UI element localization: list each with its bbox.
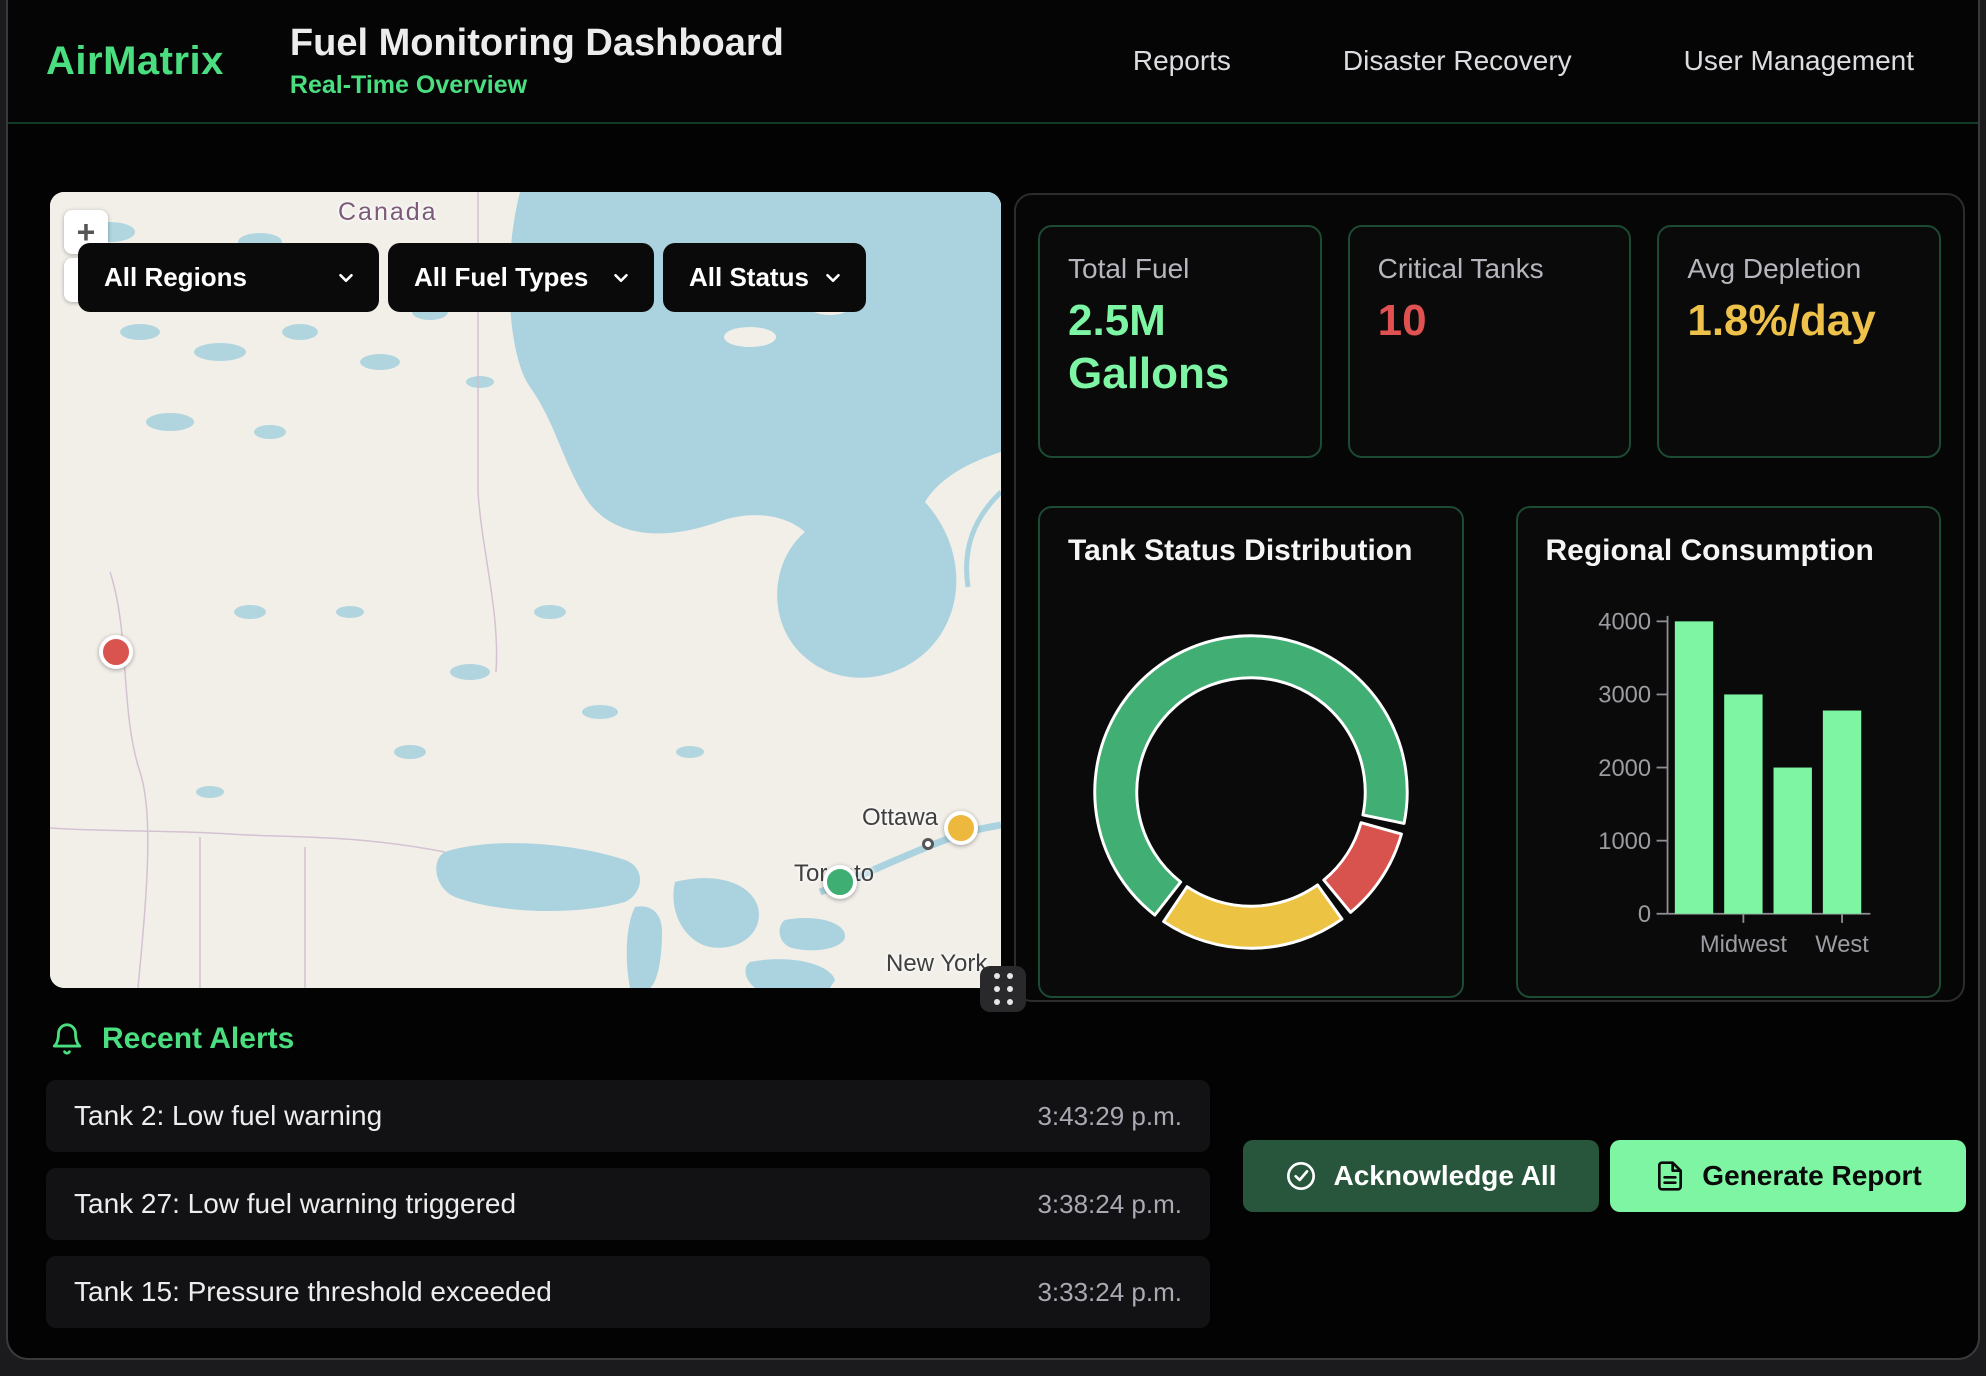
critical-tank-marker[interactable]: [99, 635, 133, 669]
stat-card-avg-depletion: Avg Depletion 1.8%/day: [1657, 225, 1941, 458]
generate-report-button[interactable]: Generate Report: [1610, 1140, 1966, 1212]
stat-value: 2.5M Gallons: [1068, 295, 1258, 401]
map-filter-bar: All Regions All Fuel Types All Status: [78, 243, 866, 312]
chevron-down-icon: [822, 267, 844, 289]
recent-alerts-title: Recent Alerts: [102, 1022, 294, 1056]
map-label-ottawa: Ottawa: [862, 804, 938, 832]
map-label-canada: Canada: [338, 198, 438, 227]
chevron-down-icon: [610, 267, 632, 289]
alert-message: Tank 15: Pressure threshold exceeded: [74, 1276, 552, 1308]
brand-logo[interactable]: AirMatrix: [46, 39, 224, 84]
nav-item-reports[interactable]: Reports: [1133, 45, 1231, 77]
file-text-icon: [1654, 1160, 1686, 1192]
fuel-type-filter-value: All Fuel Types: [414, 262, 588, 293]
stat-label: Avg Depletion: [1687, 253, 1911, 285]
tank-status-panel: Tank Status Distribution: [1038, 506, 1464, 998]
stat-card-total-fuel: Total Fuel 2.5M Gallons: [1038, 225, 1322, 458]
status-filter-dropdown[interactable]: All Status: [663, 243, 866, 312]
regional-consumption-bar-chart: 0 1000 2000 3000 4000 Midwest West: [1546, 574, 1912, 994]
svg-text:0: 0: [1637, 901, 1650, 928]
bell-icon: [50, 1022, 84, 1056]
acknowledge-all-button[interactable]: Acknowledge All: [1243, 1140, 1599, 1212]
stat-label: Total Fuel: [1068, 253, 1292, 285]
page-subtitle: Real-Time Overview: [290, 71, 784, 100]
recent-alerts-heading: Recent Alerts: [50, 1022, 294, 1056]
alert-row: Tank 15: Pressure threshold exceeded 3:3…: [46, 1256, 1210, 1328]
region-filter-value: All Regions: [104, 262, 247, 293]
stats-row: Total Fuel 2.5M Gallons Critical Tanks 1…: [1038, 225, 1941, 458]
charts-row: Tank Status Distribution Regional Consum…: [1038, 506, 1941, 998]
page-title: Fuel Monitoring Dashboard: [290, 22, 784, 65]
overview-panel: Total Fuel 2.5M Gallons Critical Tanks 1…: [1014, 193, 1965, 1002]
alert-row: Tank 2: Low fuel warning 3:43:29 p.m.: [46, 1080, 1210, 1152]
nav-item-user-management[interactable]: User Management: [1684, 45, 1914, 77]
normal-tank-marker[interactable]: [823, 865, 857, 899]
check-circle-icon: [1285, 1160, 1317, 1192]
app-window: AirMatrix Fuel Monitoring Dashboard Real…: [6, 0, 1980, 1360]
map-resize-drag-handle[interactable]: [980, 966, 1026, 1012]
main-nav: Reports Disaster Recovery User Managemen…: [1133, 45, 1914, 77]
svg-text:West: West: [1815, 931, 1869, 958]
svg-text:2000: 2000: [1598, 755, 1651, 782]
title-block: Fuel Monitoring Dashboard Real-Time Over…: [290, 22, 784, 100]
tank-status-donut: [1085, 626, 1417, 958]
map-label-new-york: New York: [886, 950, 987, 978]
map-canvas[interactable]: Canada Ottawa Toronto New York + − All R…: [50, 192, 1001, 988]
nav-item-disaster-recovery[interactable]: Disaster Recovery: [1343, 45, 1572, 77]
acknowledge-all-label: Acknowledge All: [1333, 1160, 1556, 1192]
chevron-down-icon: [335, 267, 357, 289]
svg-text:Midwest: Midwest: [1699, 931, 1787, 958]
fuel-type-filter-dropdown[interactable]: All Fuel Types: [388, 243, 654, 312]
alert-row: Tank 27: Low fuel warning triggered 3:38…: [46, 1168, 1210, 1240]
stat-value: 10: [1378, 295, 1568, 348]
warning-tank-marker[interactable]: [944, 811, 978, 845]
region-filter-dropdown[interactable]: All Regions: [78, 243, 379, 312]
alert-timestamp: 3:33:24 p.m.: [1037, 1277, 1182, 1308]
status-filter-value: All Status: [689, 262, 809, 293]
svg-text:4000: 4000: [1598, 609, 1651, 636]
generate-report-label: Generate Report: [1702, 1160, 1921, 1192]
svg-text:1000: 1000: [1598, 828, 1651, 855]
alert-message: Tank 2: Low fuel warning: [74, 1100, 382, 1132]
svg-text:3000: 3000: [1598, 682, 1651, 709]
header: AirMatrix Fuel Monitoring Dashboard Real…: [8, 0, 1978, 124]
chart-title: Regional Consumption: [1546, 534, 1912, 568]
stat-card-critical-tanks: Critical Tanks 10: [1348, 225, 1632, 458]
alert-timestamp: 3:38:24 p.m.: [1037, 1189, 1182, 1220]
chart-title: Tank Status Distribution: [1068, 534, 1434, 568]
regional-consumption-panel: Regional Consumption 0 1000 2000 3000 4000 Mi…: [1516, 506, 1942, 998]
alert-timestamp: 3:43:29 p.m.: [1037, 1101, 1182, 1132]
alert-message: Tank 27: Low fuel warning triggered: [74, 1188, 516, 1220]
ottawa-poi-icon: [922, 838, 934, 850]
stat-label: Critical Tanks: [1378, 253, 1602, 285]
stat-value: 1.8%/day: [1687, 295, 1877, 348]
